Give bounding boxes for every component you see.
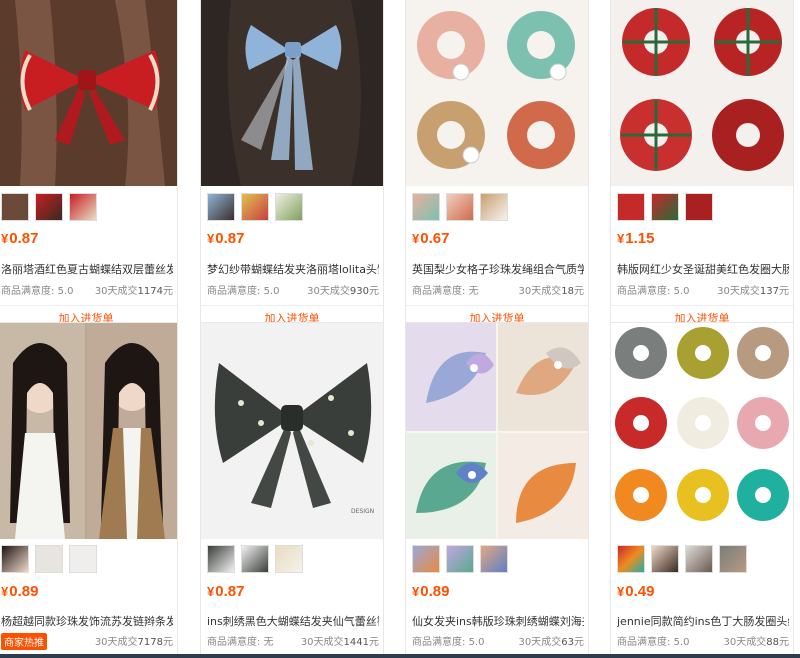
thumbnail[interactable] (69, 193, 97, 221)
product-card[interactable]: ¥0.87 梦幻纱带蝴蝶结发夹洛丽塔lolita头饰... 商品满意度: 5.0… (200, 0, 384, 332)
thumbnail[interactable] (617, 545, 645, 573)
thumbnail[interactable] (207, 193, 235, 221)
product-title[interactable]: 洛丽塔酒红色夏古蝴蝶结双层蕾丝发... (1, 261, 173, 277)
satisfaction-value: 无 (468, 286, 479, 297)
product-card[interactable]: ¥0.49 jennie同款简约ins色丁大肠发圈头绳... 商品满意度: 5.… (610, 322, 794, 658)
sold-value: 930 (349, 286, 369, 297)
product-title[interactable]: 杨超越同款珍珠发饰流苏发链辫条发夹... (1, 613, 173, 629)
product-title[interactable]: 韩版网红少女圣诞甜美红色发圈大肠... (617, 261, 789, 277)
product-title[interactable]: jennie同款简约ins色丁大肠发圈头绳... (617, 613, 789, 629)
product-card[interactable]: ¥0.89 杨超越同款珍珠发饰流苏发链辫条发夹... 商家热推 30天成交717… (0, 322, 178, 658)
price: ¥1.15 (617, 230, 655, 247)
thumbnail[interactable] (480, 193, 508, 221)
product-image[interactable] (611, 0, 793, 186)
thumbnail[interactable] (651, 545, 679, 573)
product-title[interactable]: 仙女发夹ins韩版珍珠刺绣蝴蝶刘海夹... (412, 613, 584, 629)
thumbnail[interactable] (480, 545, 508, 573)
sold-value: 18 (561, 286, 574, 297)
product-image[interactable]: DESIGN (201, 323, 383, 539)
sold-value: 1174 (137, 286, 163, 297)
hot-badge: 商家热推 (1, 633, 47, 650)
product-meta: 商品满意度: 5.0 30天成交137元 (617, 286, 789, 297)
price: ¥0.87 (207, 583, 245, 600)
product-card[interactable]: ¥0.89 仙女发夹ins韩版珍珠刺绣蝴蝶刘海夹... 商品满意度: 5.0 3… (405, 322, 589, 658)
satisfaction-value: 5.0 (468, 637, 485, 648)
product-card[interactable]: ¥0.67 英国梨少女格子珍珠发绳组合气质学... 商品满意度: 无 30天成交… (405, 0, 589, 332)
bottom-bar (0, 654, 800, 658)
thumbnail[interactable] (617, 193, 645, 221)
satisfaction-value: 5.0 (673, 286, 690, 297)
satisfaction-value: 无 (263, 637, 274, 648)
product-image[interactable] (406, 0, 588, 186)
sold-value: 63 (561, 637, 574, 648)
thumbnail[interactable] (412, 193, 440, 221)
product-title[interactable]: 梦幻纱带蝴蝶结发夹洛丽塔lolita头饰... (207, 261, 379, 277)
sold-value: 137 (759, 286, 779, 297)
price: ¥0.87 (207, 230, 245, 247)
price: ¥0.89 (412, 583, 450, 600)
price: ¥0.49 (617, 583, 655, 600)
thumbnail-strip (412, 545, 508, 575)
svg-text:DESIGN: DESIGN (351, 508, 374, 515)
product-image[interactable] (0, 0, 177, 186)
thumbnail[interactable] (35, 193, 63, 221)
thumbnail[interactable] (446, 545, 474, 573)
thumbnail[interactable] (241, 193, 269, 221)
product-card[interactable]: DESIGN ¥0.87 ins刺绣黑色大蝴蝶结发夹仙气蕾丝簪... 商品满意度… (200, 322, 384, 658)
product-card[interactable]: ¥1.15 韩版网红少女圣诞甜美红色发圈大肠... 商品满意度: 5.0 30天… (610, 0, 794, 332)
product-meta: 商品满意度: 5.0 30天成交88元 (617, 637, 789, 648)
product-image[interactable] (0, 323, 177, 539)
thumbnail[interactable] (446, 193, 474, 221)
price: ¥0.89 (1, 583, 39, 600)
thumbnail[interactable] (412, 545, 440, 573)
thumbnail-strip (617, 545, 747, 575)
thumbnail-strip (617, 193, 713, 223)
sold-value: 1441 (343, 637, 369, 648)
product-meta: 商品满意度: 5.0 30天成交930元 (207, 286, 379, 297)
thumbnail[interactable] (685, 193, 713, 221)
product-meta: 商品满意度: 无 30天成交1441元 (207, 637, 379, 648)
product-meta: 商品满意度: 5.0 30天成交1174元 (1, 286, 173, 297)
sold-value: 7178 (137, 637, 163, 648)
product-title[interactable]: 英国梨少女格子珍珠发绳组合气质学... (412, 261, 584, 277)
price: ¥0.87 (1, 230, 39, 247)
thumbnail-strip (207, 545, 303, 575)
product-image[interactable] (201, 0, 383, 186)
thumbnail-strip (412, 193, 508, 223)
product-grid: ¥0.87 洛丽塔酒红色夏古蝴蝶结双层蕾丝发... 商品满意度: 5.0 30天… (0, 0, 800, 658)
thumbnail[interactable] (207, 545, 235, 573)
thumbnail-strip (1, 545, 97, 575)
thumbnail[interactable] (1, 545, 29, 573)
thumbnail-strip (1, 193, 97, 223)
thumbnail[interactable] (275, 545, 303, 573)
sold-value: 88 (766, 637, 779, 648)
product-meta: 商品满意度: 5.0 30天成交63元 (412, 637, 584, 648)
thumbnail[interactable] (241, 545, 269, 573)
thumbnail[interactable] (275, 193, 303, 221)
thumbnail[interactable] (719, 545, 747, 573)
price: ¥0.67 (412, 230, 450, 247)
product-image[interactable] (611, 323, 793, 539)
satisfaction-value: 5.0 (57, 286, 74, 297)
thumbnail[interactable] (651, 193, 679, 221)
satisfaction-value: 5.0 (673, 637, 690, 648)
product-title[interactable]: ins刺绣黑色大蝴蝶结发夹仙气蕾丝簪... (207, 613, 379, 629)
product-meta: 商品满意度: 无 30天成交18元 (412, 286, 584, 297)
product-image[interactable] (406, 323, 588, 539)
thumbnail-strip (207, 193, 303, 223)
thumbnail[interactable] (685, 545, 713, 573)
product-meta: 商家热推 30天成交7178元 (1, 633, 173, 650)
thumbnail[interactable] (69, 545, 97, 573)
thumbnail[interactable] (35, 545, 63, 573)
satisfaction-value: 5.0 (263, 286, 280, 297)
thumbnail[interactable] (1, 193, 29, 221)
product-card[interactable]: ¥0.87 洛丽塔酒红色夏古蝴蝶结双层蕾丝发... 商品满意度: 5.0 30天… (0, 0, 178, 332)
